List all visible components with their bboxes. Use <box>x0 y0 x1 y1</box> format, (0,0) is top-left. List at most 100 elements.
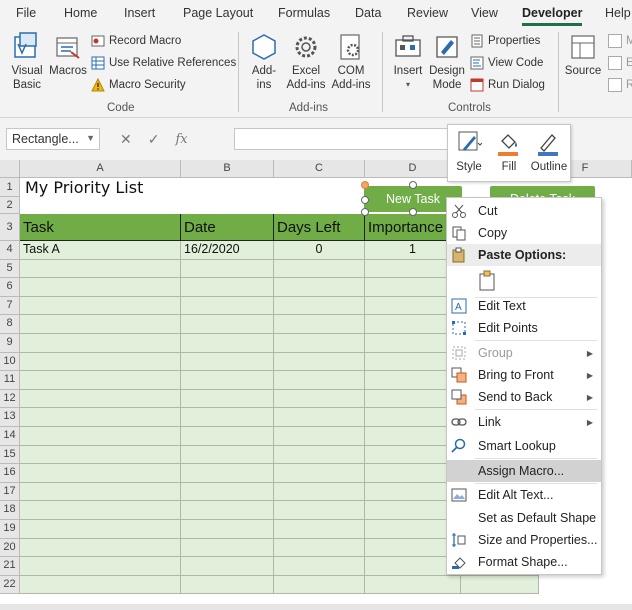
table-cell[interactable] <box>274 575 365 595</box>
table-cell[interactable] <box>181 408 274 427</box>
menu-item-edit-alt-text[interactable]: Edit Alt Text... <box>447 484 601 506</box>
table-cell[interactable] <box>20 482 181 502</box>
table-cell[interactable] <box>274 445 365 465</box>
row-header[interactable]: 11 <box>0 371 20 390</box>
column-header-b[interactable]: B <box>181 160 274 178</box>
tab-data[interactable]: Data <box>355 6 381 20</box>
chevron-down-icon[interactable]: ▼ <box>86 133 95 143</box>
table-cell[interactable] <box>181 464 274 483</box>
table-cell[interactable] <box>181 445 274 465</box>
tab-review[interactable]: Review <box>407 6 448 20</box>
table-cell[interactable] <box>274 315 365 334</box>
macros-button[interactable]: Macros <box>48 32 88 78</box>
design-mode-button[interactable]: Design Mode <box>428 32 466 92</box>
resize-handle[interactable] <box>409 181 417 189</box>
table-cell[interactable] <box>20 278 181 297</box>
table-cell[interactable] <box>181 538 274 558</box>
view-code-button[interactable]: View Code <box>470 56 543 70</box>
tab-home[interactable]: Home <box>64 6 97 20</box>
table-cell[interactable] <box>181 575 274 595</box>
fill-button[interactable]: Fill <box>489 129 529 173</box>
table-cell[interactable] <box>181 371 274 390</box>
table-cell[interactable] <box>20 445 181 465</box>
tab-formulas[interactable]: Formulas <box>278 6 330 20</box>
table-cell[interactable] <box>181 334 274 353</box>
cancel-icon[interactable]: ✕ <box>120 131 132 148</box>
com-add-ins-button[interactable]: COM Add-ins <box>328 32 374 92</box>
row-header[interactable]: 22 <box>0 575 20 595</box>
row-header[interactable]: 16 <box>0 464 20 483</box>
table-cell[interactable] <box>20 427 181 446</box>
table-cell[interactable] <box>274 259 365 279</box>
formula-input[interactable] <box>234 128 452 150</box>
menu-item-format-shape[interactable]: Format Shape... <box>447 551 601 573</box>
table-cell[interactable] <box>20 408 181 427</box>
row-header[interactable]: 17 <box>0 482 20 502</box>
outline-button[interactable]: Outline <box>529 129 569 173</box>
table-cell[interactable]: Task A <box>20 241 181 260</box>
table-cell[interactable] <box>181 427 274 446</box>
tab-help[interactable]: Help <box>605 6 631 20</box>
table-cell[interactable] <box>181 557 274 576</box>
row-header[interactable]: 1 <box>0 178 20 197</box>
table-cell[interactable] <box>274 427 365 446</box>
table-cell[interactable] <box>181 315 274 334</box>
menu-item-link[interactable]: Link ▶ <box>447 411 601 433</box>
row-header[interactable]: 8 <box>0 315 20 334</box>
run-dialog-button[interactable]: Run Dialog <box>470 78 545 92</box>
table-cell[interactable] <box>181 501 274 520</box>
table-cell[interactable] <box>274 501 365 520</box>
row-header[interactable]: 14 <box>0 427 20 446</box>
properties-button[interactable]: Properties <box>470 34 540 48</box>
insert-function-icon[interactable]: fx <box>175 132 187 147</box>
menu-item-edit-points[interactable]: Edit Points <box>447 317 601 339</box>
table-cell[interactable] <box>274 296 365 316</box>
visual-basic-button[interactable]: Visual Basic <box>6 32 48 92</box>
menu-item-smart-lookup[interactable]: Smart Lookup <box>447 435 601 457</box>
style-button[interactable]: Style <box>449 129 489 173</box>
enter-icon[interactable]: ✓ <box>148 131 160 148</box>
add-ins-button[interactable]: Add- ins <box>246 32 282 92</box>
table-cell[interactable] <box>274 408 365 427</box>
macro-security-button[interactable]: Macro Security <box>91 78 186 92</box>
row-header[interactable]: 15 <box>0 445 20 465</box>
row-header[interactable]: 13 <box>0 408 20 427</box>
row-header[interactable]: 20 <box>0 538 20 558</box>
table-cell[interactable]: 16/2/2020 <box>181 241 274 260</box>
menu-item-assign-macro[interactable]: Assign Macro... <box>447 460 601 482</box>
row-header[interactable]: 21 <box>0 557 20 576</box>
refresh-data-button[interactable]: Re <box>608 78 632 92</box>
header-cell[interactable]: Days Left <box>274 214 365 241</box>
table-cell[interactable] <box>274 538 365 558</box>
table-cell[interactable] <box>181 296 274 316</box>
map-properties-button[interactable]: M <box>608 34 632 48</box>
table-cell[interactable] <box>274 334 365 353</box>
table-cell[interactable] <box>20 538 181 558</box>
relative-references-button[interactable]: Use Relative References <box>91 56 236 70</box>
menu-item-copy[interactable]: Copy <box>447 222 601 244</box>
menu-item-bring-to-front[interactable]: Bring to Front ▶ <box>447 364 601 386</box>
row-header[interactable]: 3 <box>0 214 20 241</box>
column-header-c[interactable]: C <box>274 160 365 178</box>
tab-view[interactable]: View <box>471 6 498 20</box>
table-cell[interactable] <box>20 520 181 539</box>
table-cell[interactable] <box>20 371 181 390</box>
header-cell[interactable]: Date <box>181 214 274 241</box>
menu-item-size-and-properties[interactable]: Size and Properties... <box>447 529 601 551</box>
header-cell[interactable]: Task <box>20 214 181 241</box>
table-cell[interactable] <box>274 389 365 409</box>
row-header[interactable]: 18 <box>0 501 20 520</box>
table-cell[interactable] <box>20 389 181 409</box>
row-header[interactable]: 7 <box>0 296 20 316</box>
table-cell[interactable] <box>181 482 274 502</box>
row-header[interactable]: 10 <box>0 352 20 372</box>
row-header[interactable]: 2 <box>0 197 20 214</box>
row-header[interactable]: 12 <box>0 389 20 409</box>
table-cell[interactable] <box>20 501 181 520</box>
resize-handle[interactable] <box>409 208 417 216</box>
table-cell[interactable] <box>365 575 461 595</box>
select-all-corner[interactable] <box>0 160 20 178</box>
table-cell[interactable] <box>274 482 365 502</box>
column-header-a[interactable]: A <box>20 160 181 178</box>
table-cell[interactable] <box>181 352 274 372</box>
